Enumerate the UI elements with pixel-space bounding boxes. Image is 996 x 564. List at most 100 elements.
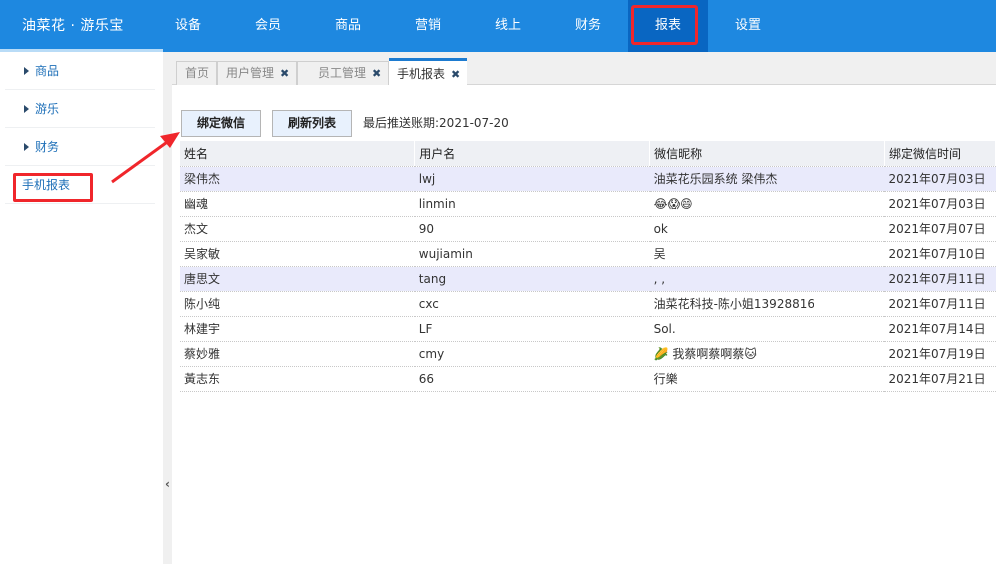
close-icon[interactable]: ✖ [451, 68, 460, 81]
cell-bind-time: 2021年07月21日 [884, 366, 996, 392]
brand-logo[interactable]: 油菜花 · 游乐宝 [22, 0, 124, 52]
cell-name: 林建宇 [180, 316, 415, 342]
annotation-highlight-box [631, 5, 698, 45]
table-header-row: 姓名 用户名 微信昵称 绑定微信时间 [180, 141, 996, 167]
table-row[interactable]: 林建宇 LF Sol. 2021年07月14日 [180, 316, 996, 342]
cell-wechat-nickname: 油菜花科技-陈小姐13928816 [649, 291, 885, 317]
bind-wechat-button[interactable]: 绑定微信 [181, 110, 261, 137]
sidebar-item-goods[interactable]: 商品 [5, 52, 155, 90]
tab-label: 首页 [185, 66, 210, 80]
cell-name: 杰文 [180, 216, 415, 242]
cell-bind-time: 2021年07月07日 [884, 216, 996, 242]
cell-name: 唐思文 [180, 266, 415, 292]
close-icon[interactable]: ✖ [372, 67, 381, 80]
cell-bind-time: 2021年07月03日 [884, 191, 996, 217]
tab-label: 员工管理 [318, 66, 367, 80]
sidebar-item-label: 财务 [35, 140, 60, 154]
cell-bind-time: 2021年07月03日 [884, 166, 996, 192]
table-row[interactable]: 唐思文 tang, , 2021年07月11日 [180, 266, 996, 292]
cell-name: 蔡妙雅 [180, 341, 415, 367]
nav-item-reports[interactable]: 报表 [628, 0, 708, 52]
last-push-info: 最后推送账期:2021-07-20 [363, 110, 509, 137]
main-nav: 设备 会员 商品 营销 线上 财务 报表 设置 [148, 0, 788, 52]
nickname-text: ok [653, 221, 668, 236]
table-row[interactable]: 梁伟杰 lwj 油菜花乐园系统 梁伟杰 2021年07月03日 [180, 166, 996, 192]
cell-username: linmin [414, 191, 650, 217]
caret-right-icon [24, 105, 29, 113]
sidebar-item-label: 商品 [35, 64, 60, 78]
cell-wechat-nickname: 行樂 [649, 366, 885, 392]
nav-item-goods[interactable]: 商品 [308, 0, 388, 52]
table-row[interactable]: 幽魂 linmin 😂😱😄 2021年07月03日 [180, 191, 996, 217]
cell-wechat-nickname: 油菜花乐园系统 梁伟杰 [649, 166, 885, 192]
cell-name: 梁伟杰 [180, 166, 415, 192]
nickname-text: 😂😱😄 [653, 196, 693, 211]
cell-wechat-nickname: ok [649, 216, 885, 242]
content-panel: 绑定微信 刷新列表 最后推送账期:2021-07-20 姓名 用户名 微信昵称 … [172, 85, 996, 564]
nickname-text: Sol. [653, 321, 676, 336]
sidebar: 商品 游乐 财务 手机报表 [0, 52, 163, 564]
tab-label: 手机报表 [397, 67, 446, 81]
cell-username: 90 [414, 216, 650, 242]
nav-item-marketing[interactable]: 营销 [388, 0, 468, 52]
tab-label: 用户管理 [226, 66, 275, 80]
nav-item-online[interactable]: 线上 [468, 0, 548, 52]
cell-bind-time: 2021年07月19日 [884, 341, 996, 367]
table-row[interactable]: 吴家敏 wujiamin 吴 2021年07月10日 [180, 241, 996, 267]
nickname-text: 油菜花乐园系统 梁伟杰 [653, 172, 778, 186]
cell-wechat-nickname: Sol. [649, 316, 885, 342]
cell-wechat-nickname: , , [649, 266, 885, 292]
column-header-wechat-nickname[interactable]: 微信昵称 [649, 141, 885, 167]
table-row[interactable]: 杰文 90 ok 2021年07月07日 [180, 216, 996, 242]
column-header-bind-time[interactable]: 绑定微信时间 [884, 141, 996, 167]
cell-wechat-nickname: 吴 [649, 241, 885, 267]
cell-username: cxc [414, 291, 650, 317]
cell-wechat-nickname: 😂😱😄 [649, 191, 885, 217]
cell-bind-time: 2021年07月11日 [884, 266, 996, 292]
nickname-text: 🌽 我蔡啊蔡啊蔡🐱 [653, 347, 757, 361]
cell-name: 黃志东 [180, 366, 415, 392]
wechat-binding-table: 姓名 用户名 微信昵称 绑定微信时间 梁伟杰 lwj 油菜花乐园系统 梁伟杰 2021… [180, 141, 996, 392]
cell-bind-time: 2021年07月10日 [884, 241, 996, 267]
cell-username: 66 [414, 366, 650, 392]
last-push-value: 2021-07-20 [439, 116, 509, 130]
cell-wechat-nickname: 🌽 我蔡啊蔡啊蔡🐱 [649, 341, 885, 367]
chevron-left-icon[interactable]: ‹ [163, 477, 172, 491]
cell-bind-time: 2021年07月14日 [884, 316, 996, 342]
tab-user-management[interactable]: 用户管理 ✖ [217, 61, 297, 85]
column-header-username[interactable]: 用户名 [414, 141, 651, 167]
cell-username: cmy [414, 341, 650, 367]
cell-name: 陈小纯 [180, 291, 415, 317]
top-nav-bar: 油菜花 · 游乐宝 设备 会员 商品 营销 线上 财务 报表 设置 [0, 0, 996, 52]
nickname-text: 油菜花科技-陈小姐13928816 [653, 297, 814, 311]
table-row[interactable]: 蔡妙雅 cmy 🌽 我蔡啊蔡啊蔡🐱 2021年07月19日 [180, 341, 996, 367]
tab-mobile-report[interactable]: 手机报表 ✖ [389, 58, 467, 86]
cell-username: wujiamin [414, 241, 650, 267]
sidebar-item-label: 游乐 [35, 102, 60, 116]
cell-username: LF [414, 316, 650, 342]
cell-username: tang [414, 266, 650, 292]
sidebar-collapse-gutter[interactable]: ‹ [163, 52, 172, 564]
caret-right-icon [24, 67, 29, 75]
nav-item-finance[interactable]: 财务 [548, 0, 628, 52]
table-row[interactable]: 陈小纯 cxc 油菜花科技-陈小姐13928816 2021年07月11日 [180, 291, 996, 317]
refresh-list-button[interactable]: 刷新列表 [272, 110, 352, 137]
table-row[interactable]: 黃志东 66 行樂 2021年07月21日 [180, 366, 996, 392]
sidebar-item-amusement[interactable]: 游乐 [5, 90, 155, 128]
nav-item-devices[interactable]: 设备 [148, 0, 228, 52]
sidebar-item-finance[interactable]: 财务 [5, 128, 155, 166]
cell-name: 幽魂 [180, 191, 415, 217]
nav-item-settings[interactable]: 设置 [708, 0, 788, 52]
tab-home[interactable]: 首页 [176, 61, 217, 85]
close-icon[interactable]: ✖ [280, 67, 289, 80]
column-header-name[interactable]: 姓名 [180, 141, 416, 167]
last-push-label: 最后推送账期: [363, 116, 440, 130]
cell-name: 吴家敏 [180, 241, 415, 267]
nickname-text: , , [653, 271, 666, 286]
cell-username: lwj [414, 166, 650, 192]
nav-item-members[interactable]: 会员 [228, 0, 308, 52]
annotation-highlight-box [13, 173, 93, 202]
tab-staff-management[interactable]: 员工管理 ✖ [297, 61, 389, 85]
caret-right-icon [24, 143, 29, 151]
nickname-text: 吴 [653, 247, 666, 261]
